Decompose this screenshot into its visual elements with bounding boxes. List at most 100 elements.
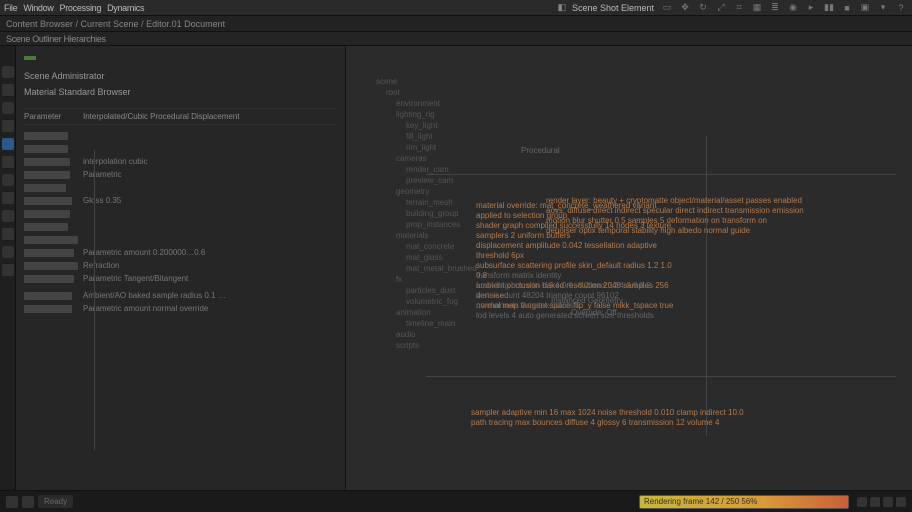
- rotate-icon[interactable]: ↻: [696, 2, 710, 14]
- rail-fx-icon[interactable]: [2, 174, 14, 186]
- table-row[interactable]: [24, 233, 337, 246]
- play-icon[interactable]: ▸: [804, 2, 818, 14]
- tree-node[interactable]: lighting_rig: [358, 109, 900, 120]
- breadcrumb: Content Browser / Current Scene / Editor…: [0, 16, 912, 32]
- table-row[interactable]: Parametric amount normal override: [24, 302, 337, 315]
- tray-icon-1[interactable]: [857, 497, 867, 507]
- table-row[interactable]: [24, 181, 337, 194]
- param-value: Parametric: [83, 170, 337, 179]
- center-panel: scenerootenvironmentlighting_rigkey_ligh…: [346, 46, 912, 506]
- table-row[interactable]: interpolation cubic: [24, 155, 337, 168]
- rail-console-icon[interactable]: [2, 264, 14, 276]
- table-row[interactable]: Ambient/AO baked sample radius 0.1 …: [24, 289, 337, 302]
- log-line: sampler adaptive min 16 max 1024 noise t…: [471, 408, 891, 418]
- table-row[interactable]: Parametric: [24, 168, 337, 181]
- pause-icon[interactable]: ▮▮: [822, 2, 836, 14]
- section-admin[interactable]: Scene Administrator: [24, 68, 337, 84]
- param-value: [83, 235, 337, 244]
- workspace: Scene Administrator Material Standard Br…: [0, 46, 912, 506]
- log-line: transform matrix identity: [476, 271, 676, 281]
- param-table: interpolation cubic Parametric Gloss 0.35 P…: [24, 129, 337, 315]
- render-progress[interactable]: Rendering frame 142 / 250 56%: [639, 495, 849, 509]
- menu-window[interactable]: Window: [23, 3, 53, 13]
- layers-icon[interactable]: ≣: [768, 2, 782, 14]
- table-row[interactable]: Refraction: [24, 259, 337, 272]
- param-name: [24, 157, 79, 166]
- grid-icon[interactable]: ▦: [750, 2, 764, 14]
- context-label: ◧ Scene Shot Element: [556, 2, 654, 14]
- tree-node[interactable]: preview_cam: [358, 175, 900, 186]
- rail-script-icon[interactable]: [2, 210, 14, 222]
- param-name: [24, 209, 79, 218]
- log-line: aovs: diffuse direct indirect specular d…: [546, 206, 886, 216]
- move-icon[interactable]: ✥: [678, 2, 692, 14]
- param-name: [24, 291, 79, 300]
- param-value: Parametric amount normal override: [83, 304, 337, 313]
- tray-icon-2[interactable]: [870, 497, 880, 507]
- param-value: Ambient/AO baked sample radius 0.1 …: [83, 291, 337, 300]
- help-icon[interactable]: ?: [894, 2, 908, 14]
- table-row[interactable]: Gloss 0.35: [24, 194, 337, 207]
- col-value[interactable]: Interpolated/Cubic Procedural Displaceme…: [83, 112, 337, 121]
- status-app-icon[interactable]: [6, 496, 18, 508]
- section-matbrowser[interactable]: Material Standard Browser: [24, 84, 337, 100]
- ruler-v: [706, 136, 707, 436]
- param-value: Parametric amount 0.200000…0.6: [83, 248, 337, 257]
- rail-graph-icon[interactable]: [2, 228, 14, 240]
- rail-outliner-icon[interactable]: [2, 66, 14, 78]
- app-icon: ◧: [556, 2, 568, 14]
- table-row[interactable]: [24, 129, 337, 142]
- rail-render-icon[interactable]: [2, 138, 14, 150]
- disclosure-icon[interactable]: ▾: [876, 2, 890, 14]
- scale-icon[interactable]: ⤢: [714, 2, 728, 14]
- param-name: [24, 248, 79, 257]
- select-icon[interactable]: ▭: [660, 2, 674, 14]
- table-row[interactable]: Parametric Tangent/Bitangent: [24, 272, 337, 285]
- log-line: render layer: beauty + cryptomatte objec…: [546, 196, 886, 206]
- frame-icon[interactable]: ▣: [858, 2, 872, 14]
- status-sync-icon[interactable]: [22, 496, 34, 508]
- param-value: [83, 144, 337, 153]
- menu-dynamics[interactable]: Dynamics: [107, 3, 144, 13]
- tree-node[interactable]: fill_light: [358, 131, 900, 142]
- rail-profiler-icon[interactable]: [2, 246, 14, 258]
- snap-icon[interactable]: ⌗: [732, 2, 746, 14]
- menu-processing[interactable]: Processing: [60, 3, 102, 13]
- menu-file[interactable]: File: [4, 3, 17, 13]
- rail-anim-icon[interactable]: [2, 156, 14, 168]
- log-line: denoiser optix temporal stability high a…: [546, 226, 886, 236]
- rail-lights-icon[interactable]: [2, 120, 14, 132]
- tree-node[interactable]: key_light: [358, 120, 900, 131]
- rail-assets-icon[interactable]: [2, 84, 14, 96]
- panel-accent: [24, 56, 36, 60]
- tree-node[interactable]: scene: [358, 76, 900, 87]
- render-icon[interactable]: ◉: [786, 2, 800, 14]
- param-name: [24, 235, 79, 244]
- label-instanced: Instanced Geometry: [551, 296, 623, 306]
- param-name: [24, 274, 79, 283]
- param-value: [83, 131, 337, 140]
- table-row[interactable]: [24, 207, 337, 220]
- table-row[interactable]: Parametric amount 0.200000…0.6: [24, 246, 337, 259]
- tree-node[interactable]: environment: [358, 98, 900, 109]
- table-row[interactable]: [24, 142, 337, 155]
- rail-audio-icon[interactable]: [2, 192, 14, 204]
- tray-icon-3[interactable]: [883, 497, 893, 507]
- log-block-c: sampler adaptive min 16 max 1024 noise t…: [471, 408, 891, 428]
- table-row[interactable]: [24, 220, 337, 233]
- tag-procedural: Procedural: [521, 146, 560, 156]
- tree-node[interactable]: scripts: [358, 340, 900, 351]
- tray-icon-4[interactable]: [896, 497, 906, 507]
- rail-materials-icon[interactable]: [2, 102, 14, 114]
- col-param[interactable]: Parameter: [24, 112, 79, 121]
- log-line: bounding box min -12.4 0.0 -8.2 max 12.4…: [476, 281, 676, 291]
- breadcrumb-path[interactable]: Content Browser / Current Scene / Editor…: [6, 19, 225, 29]
- tree-node[interactable]: rim_light: [358, 142, 900, 153]
- tree-node[interactable]: audio: [358, 329, 900, 340]
- tree-node[interactable]: root: [358, 87, 900, 98]
- param-name: [24, 144, 79, 153]
- stop-icon[interactable]: ■: [840, 2, 854, 14]
- statusbar: Ready Rendering frame 142 / 250 56%: [0, 490, 912, 512]
- tree-node[interactable]: cameras: [358, 153, 900, 164]
- param-value: [83, 209, 337, 218]
